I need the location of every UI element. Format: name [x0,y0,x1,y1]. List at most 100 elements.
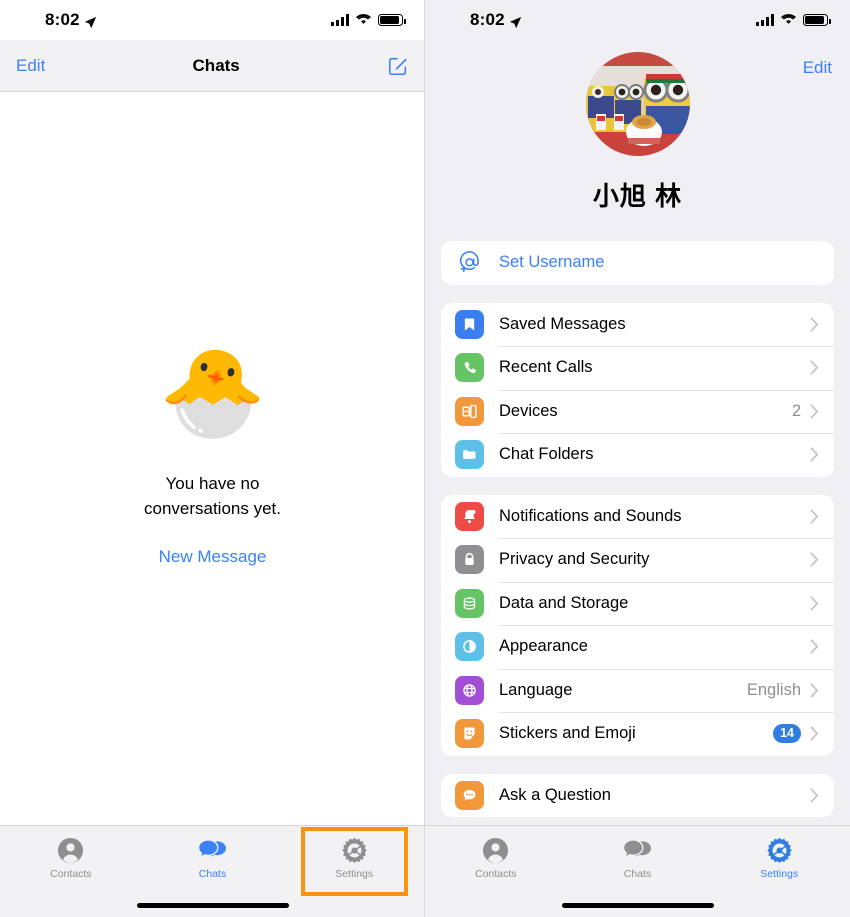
tab-contacts[interactable]: Contacts [0,835,142,880]
screen-divider [424,0,425,917]
database-icon [455,588,484,618]
profile-header: 小旭 林 [425,40,850,213]
row-appearance[interactable]: Appearance [441,625,834,669]
sticker-smiley-icon [455,719,484,749]
tab-chats[interactable]: Chats [567,835,709,880]
status-badge: 14 [773,724,801,744]
bookmark-icon [455,309,484,339]
settings-group-help: Ask a Question [441,773,834,818]
devices-icon [455,396,484,426]
row-label: Privacy and Security [499,550,650,569]
row-label: Ask a Question [499,785,611,804]
row-label: Data and Storage [499,593,629,612]
wifi-icon [355,10,372,30]
chevron-right-icon [810,552,819,567]
row-recent-calls[interactable]: Recent Calls [441,346,834,390]
status-bar-left: 8:02 [425,10,522,30]
row-ask-a-question[interactable]: Ask a Question [441,774,834,818]
location-arrow-icon [509,14,522,28]
row-data-and-storage[interactable]: Data and Storage [441,581,834,626]
lock-icon [455,545,484,575]
row-saved-messages[interactable]: Saved Messages [441,303,834,347]
empty-state-line2: conversations yet. [143,498,281,518]
row-label: Language [499,680,573,699]
contacts-person-icon [57,835,84,865]
question-bubble-icon [455,780,484,810]
settings-group-username: Set Username [441,241,834,285]
status-bar-right [331,10,406,30]
clock: 8:02 [45,10,80,29]
edit-button[interactable]: Edit [16,56,45,76]
globe-icon [455,675,484,705]
settings-group-account: Saved Messages Recent Calls Devices 2 Ch… [441,302,834,477]
row-label: Devices [499,401,558,420]
tab-settings[interactable]: Settings [708,835,850,880]
tab-contacts-label: Contacts [50,868,92,880]
chevron-right-icon [810,404,819,419]
chats-nav-bar: Edit Chats [0,40,425,92]
tab-contacts[interactable]: Contacts [425,835,567,880]
edit-button[interactable]: Edit [803,58,832,78]
battery-full-icon [803,14,831,26]
row-label: Chat Folders [499,445,594,464]
tab-chats-label: Chats [198,868,227,880]
empty-state-line1: You have no [165,473,260,493]
tab-chats[interactable]: Chats [142,835,284,880]
home-indicator [136,903,289,908]
chevron-right-icon [810,726,819,741]
row-chat-folders[interactable]: Chat Folders [441,433,834,477]
avatar[interactable] [585,52,690,156]
chevron-right-icon [810,683,819,698]
left-phone-screen: 8:02 Edit Chats 🐣 You have no conversati… [0,0,425,917]
wifi-icon [780,10,797,30]
row-label: Set Username [499,253,605,272]
chevron-right-icon [810,447,819,462]
row-language[interactable]: Language English [441,668,834,713]
right-phone-screen: 8:02 Edit 小旭 林 Set Username Saved Messag… [425,0,850,917]
tab-contacts-label: Contacts [475,868,517,880]
cellular-bars-icon [756,14,774,26]
location-arrow-icon [84,14,97,28]
home-indicator [561,903,714,908]
at-username-icon [455,248,484,277]
contrast-icon [455,632,484,662]
row-value: English [746,680,801,699]
phone-icon [455,353,484,383]
left-tab-bar: Contacts Chats Settings [0,825,425,917]
row-devices[interactable]: Devices 2 [441,389,834,434]
row-value: 2 [791,401,801,420]
settings-list: Set Username Saved Messages Recent Calls [425,241,850,817]
settings-group-preferences: Notifications and Sounds Privacy and Sec… [441,494,834,756]
row-notifications-and-sounds[interactable]: Notifications and Sounds [441,495,834,539]
row-label: Stickers and Emoji [499,724,636,743]
chevron-right-icon [810,639,819,654]
page-title: Chats [192,55,240,75]
chevron-right-icon [810,509,819,524]
battery-full-icon [378,14,406,26]
chats-bubbles-icon [623,835,652,865]
row-stickers-and-emoji[interactable]: Stickers and Emoji 14 [441,712,834,756]
row-label: Notifications and Sounds [499,506,682,525]
row-privacy-and-security[interactable]: Privacy and Security [441,538,834,582]
folder-icon [455,440,484,470]
compose-icon[interactable] [387,55,409,77]
chevron-right-icon [810,596,819,611]
settings-gear-icon [766,835,793,865]
status-bar: 8:02 [425,0,850,40]
new-message-button[interactable]: New Message [159,547,267,567]
row-label: Appearance [499,637,588,656]
row-label: Recent Calls [499,358,593,377]
contacts-person-icon [482,835,509,865]
tab-settings[interactable]: Settings [283,835,425,880]
status-bar-left: 8:02 [0,10,97,30]
clock: 8:02 [470,10,505,29]
dual-screenshot: 8:02 Edit Chats 🐣 You have no conversati… [0,0,850,917]
chevron-right-icon [810,317,819,332]
row-set-username[interactable]: Set Username [441,241,834,285]
right-tab-bar: Contacts Chats Settings [425,825,850,917]
profile-name: 小旭 林 [592,181,683,211]
tab-chats-label: Chats [623,868,652,880]
settings-gear-icon [341,835,368,865]
status-bar-right [756,10,831,30]
chevron-right-icon [810,788,819,803]
